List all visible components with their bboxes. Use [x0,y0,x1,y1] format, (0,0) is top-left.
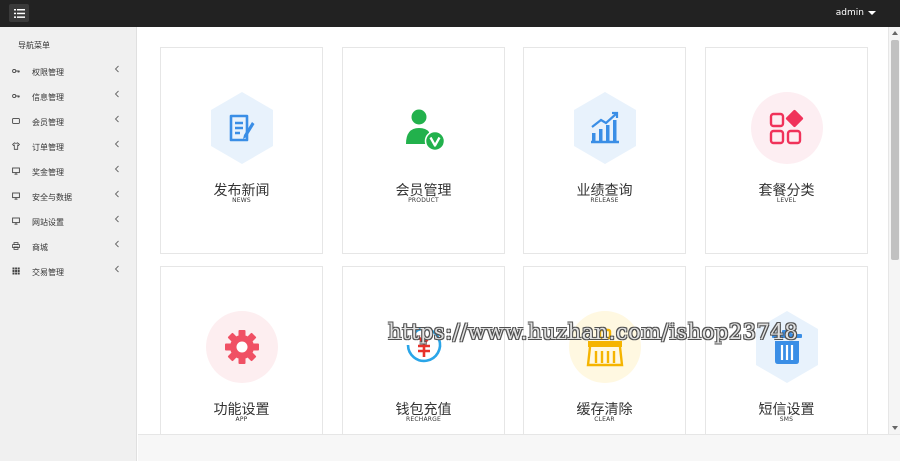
chevron-left-icon [114,140,119,148]
grid-icon [12,267,20,275]
card-function-settings[interactable]: 功能设置 APP [160,266,323,434]
scroll-down-arrow-icon[interactable] [892,426,898,430]
sidebar-item-label: 交易管理 [32,268,64,277]
watermark-text: https://www.huzhan.com/ishop23748 [388,320,799,344]
monitor-icon [12,192,20,200]
user-check-icon [406,109,446,152]
sidebar-item-permissions[interactable]: 权限管理 [0,59,137,84]
list-icon [13,8,25,18]
sidebar-item-label: 会员管理 [32,118,64,127]
monitor-icon [12,167,20,175]
caret-down-icon [868,11,876,15]
sidebar-item-trade[interactable]: 交易管理 [0,259,137,284]
main-content: 发布新闻 NEWS 会员管理 PRODUCT 业绩查询 RELEASE 套餐分类… [138,27,888,434]
chevron-left-icon [114,90,119,98]
scrollbar-thumb[interactable] [891,40,899,260]
sidebar-item-label: 奖金管理 [32,168,64,177]
sidebar-item-mall[interactable]: 商城 [0,234,137,259]
chevron-left-icon [114,240,119,248]
sidebar-item-site-settings[interactable]: 网站设置 [0,209,137,234]
card-subtitle: RELEASE [590,197,619,204]
shirt-icon [12,142,20,150]
category-icon [751,92,823,164]
chevron-left-icon [114,115,119,123]
chevron-left-icon [114,165,119,173]
key-icon [12,68,20,74]
sidebar-item-label: 信息管理 [32,93,64,102]
sidebar-item-label: 安全与数据 [32,193,72,202]
card-icon [12,118,20,124]
card-performance-query[interactable]: 业绩查询 RELEASE [523,47,686,254]
sidebar-item-info[interactable]: 信息管理 [0,84,137,109]
key-icon [12,93,20,99]
card-subtitle: RECHARGE [406,416,441,423]
edit-document-icon [211,92,273,164]
gear-icon [206,311,278,383]
sidebar-item-label: 网站设置 [32,218,64,227]
bar-chart-icon [574,92,636,164]
top-bar: admin [0,0,900,27]
vertical-scrollbar[interactable] [888,27,900,434]
menu-toggle-button[interactable] [9,4,29,22]
card-subtitle: LEVEL [776,197,797,204]
card-subtitle: CLEAR [594,416,615,423]
card-wallet-recharge[interactable]: 钱包充值 RECHARGE [342,266,505,434]
card-member-management[interactable]: 会员管理 PRODUCT [342,47,505,254]
scroll-up-arrow-icon[interactable] [892,31,898,35]
card-subtitle: PRODUCT [408,197,439,204]
monitor-icon [12,217,20,225]
chevron-left-icon [114,190,119,198]
sidebar-item-orders[interactable]: 订单管理 [0,134,137,159]
sidebar-item-security[interactable]: 安全与数据 [0,184,137,209]
sidebar: 导航菜单 权限管理 信息管理 会员管理 订单管理 奖金管理 安全与数据 网站设置… [0,27,137,461]
bottom-strip [138,434,900,461]
sidebar-item-label: 订单管理 [32,143,64,152]
card-sms-settings[interactable]: 短信设置 SMS [705,266,868,434]
card-subtitle: NEWS [232,197,251,204]
printer-icon [12,242,20,250]
card-subtitle: SMS [779,416,794,423]
sidebar-item-label: 权限管理 [32,68,64,77]
nav-list: 权限管理 信息管理 会员管理 订单管理 奖金管理 安全与数据 网站设置 商城 交… [0,59,137,284]
chevron-left-icon [114,265,119,273]
sidebar-item-bonus[interactable]: 奖金管理 [0,159,137,184]
chevron-left-icon [114,65,119,73]
user-menu[interactable]: admin [836,8,876,18]
card-subtitle: APP [235,416,248,423]
card-cache-clear[interactable]: 缓存清除 CLEAR [523,266,686,434]
chevron-left-icon [114,215,119,223]
sidebar-title: 导航菜单 [18,41,50,50]
card-publish-news[interactable]: 发布新闻 NEWS [160,47,323,254]
user-name: admin [835,8,864,18]
sidebar-item-members[interactable]: 会员管理 [0,109,137,134]
sidebar-item-label: 商城 [32,243,48,252]
card-package-category[interactable]: 套餐分类 LEVEL [705,47,868,254]
